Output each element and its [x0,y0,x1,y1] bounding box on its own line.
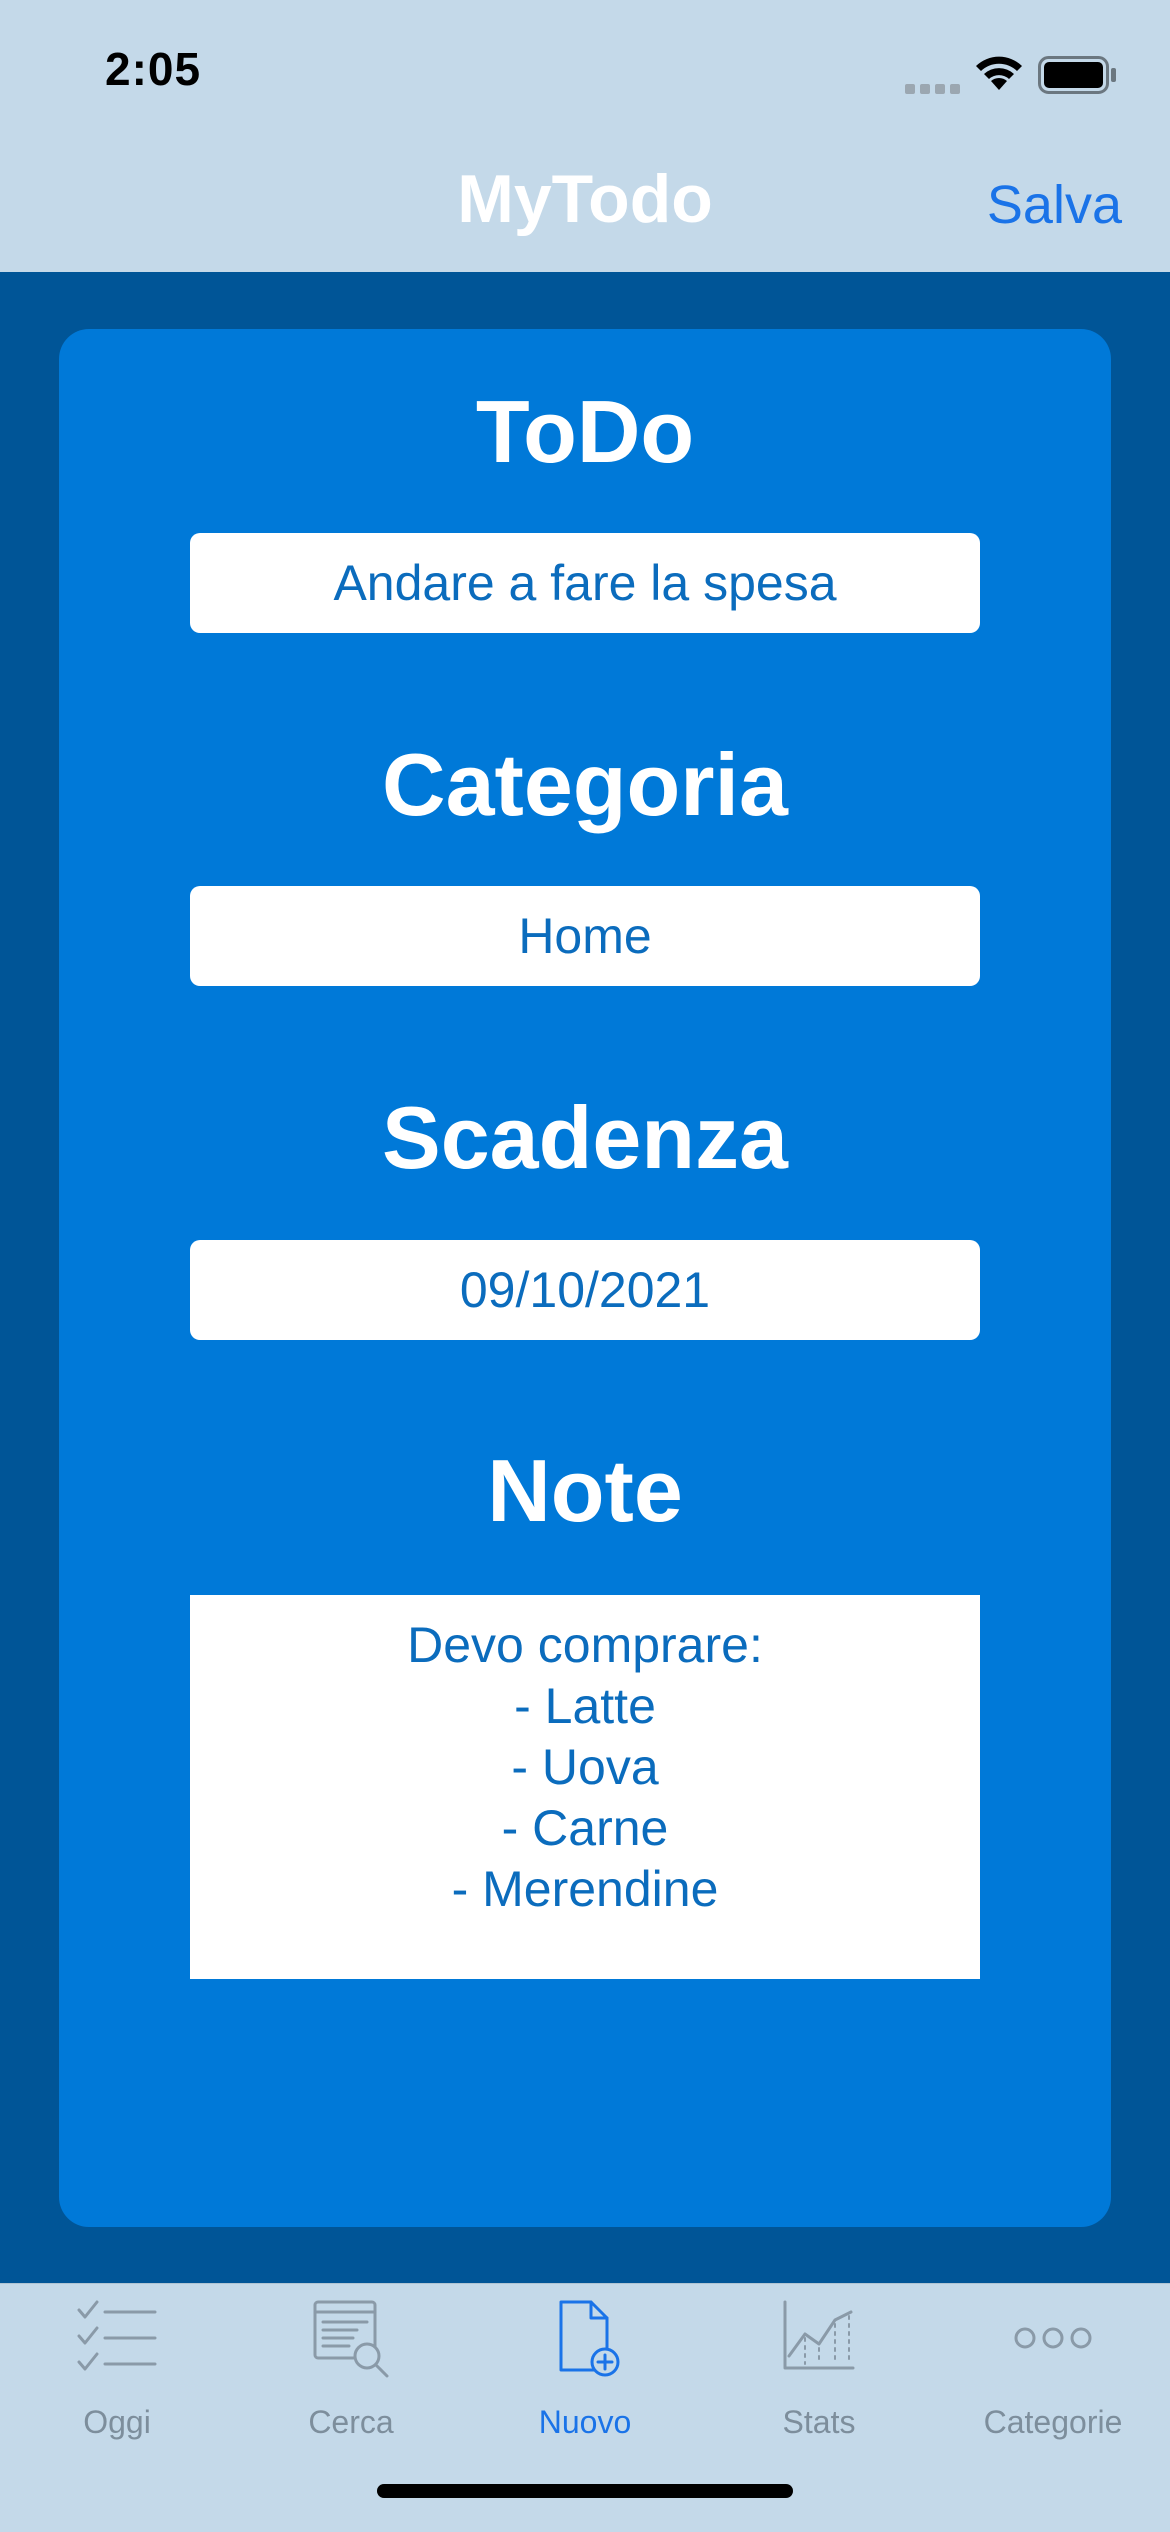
notes-line: - Carne [501,1800,669,1856]
tab-stats[interactable]: Stats [702,2284,936,2464]
tab-label: Cerca [308,2404,394,2440]
navigation-bar: MyTodo Salva [0,150,1170,272]
save-button[interactable]: Salva [987,174,1122,236]
notes-line: - Latte [514,1678,656,1734]
notes-line: - Uova [511,1739,659,1795]
todo-label: ToDo [475,382,695,481]
due-date-label: Scadenza [382,1088,788,1187]
status-bar: 2:05 [0,0,1170,150]
due-date-input[interactable]: 09/10/2021 [190,1240,980,1340]
status-time: 2:05 [105,43,202,95]
document-add-icon [559,2300,620,2377]
chart-icon [783,2300,855,2370]
category-input[interactable]: Home [190,886,980,986]
more-icon [1014,2327,1092,2349]
checklist-icon [77,2300,157,2371]
notes-textarea[interactable]: Devo comprare: - Latte - Uova - Carne - … [190,1595,980,1979]
todo-input[interactable]: Andare a fare la spesa [190,533,980,633]
tab-categorie[interactable]: Categorie [936,2284,1170,2464]
cellular-signal-icon [905,84,960,94]
tab-label: Nuovo [538,2404,632,2440]
tab-label: Stats [782,2404,856,2440]
tab-oggi[interactable]: Oggi [0,2284,234,2464]
notes-line: Devo comprare: [407,1617,763,1673]
wifi-icon [976,56,1022,90]
category-label: Categoria [382,735,788,834]
tab-label: Oggi [83,2404,151,2440]
notes-label: Note [487,1441,683,1540]
notes-line: - Merendine [451,1861,719,1917]
tab-label: Categorie [983,2404,1123,2440]
document-search-icon [313,2300,389,2378]
todo-form-card: ToDo Andare a fare la spesa Categoria Ho… [59,329,1111,2227]
tab-nuovo[interactable]: Nuovo [468,2284,702,2464]
battery-icon [1038,56,1116,94]
tab-cerca[interactable]: Cerca [234,2284,468,2464]
home-indicator[interactable] [377,2484,793,2498]
